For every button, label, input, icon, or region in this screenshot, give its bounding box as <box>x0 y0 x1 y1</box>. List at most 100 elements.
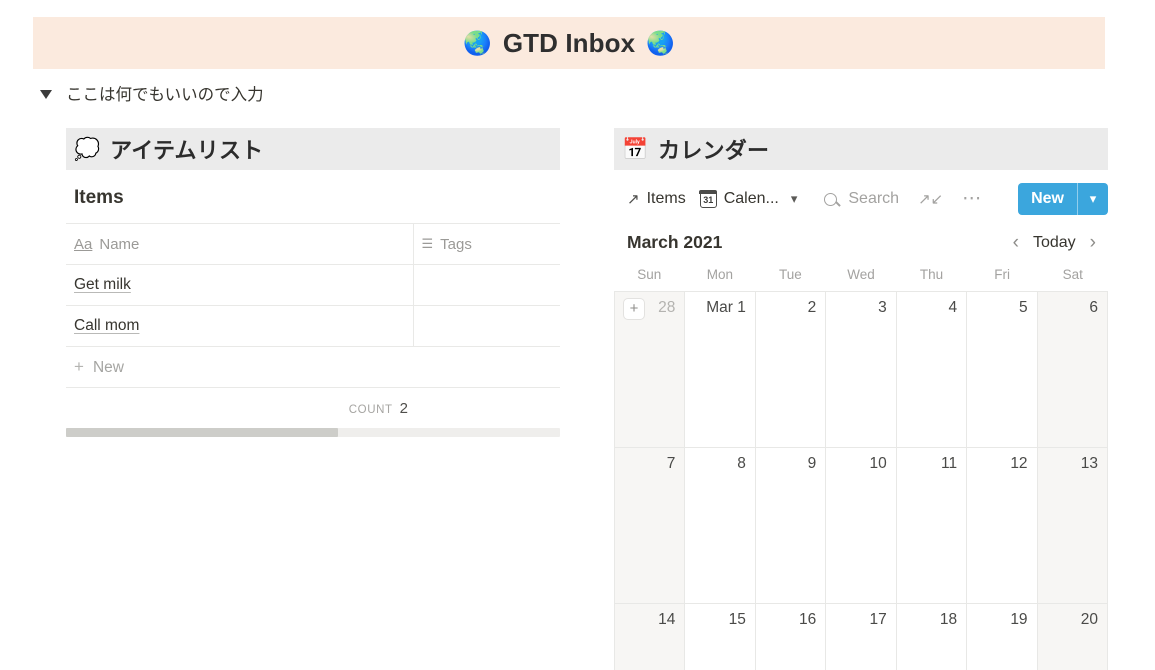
chevron-left-icon[interactable]: ‹ <box>1013 233 1019 252</box>
calendar-day-number: 14 <box>658 611 676 628</box>
calendar-day-cell[interactable]: 12 <box>967 448 1038 604</box>
calendar-day-cell[interactable]: 5 <box>967 292 1038 448</box>
row-title-link[interactable]: Call mom <box>74 317 139 334</box>
calendar-day-number: 9 <box>807 455 817 472</box>
row-name-cell[interactable]: Call mom <box>66 305 414 347</box>
new-button[interactable]: New ▾ <box>1018 183 1108 215</box>
calendar-day-number: 10 <box>869 455 887 472</box>
row-name-cell[interactable]: Get milk <box>66 264 414 306</box>
calendar-day-cell[interactable]: 20 <box>1037 604 1108 670</box>
calendar-day-number: 20 <box>1080 611 1098 628</box>
table-footer-count[interactable]: COUNT 2 <box>66 388 560 417</box>
new-button-chevron-down-icon[interactable]: ▾ <box>1078 183 1108 215</box>
view-name-label: Calen... <box>723 190 779 207</box>
text-property-icon: Aa <box>74 235 93 253</box>
calendar-day-number: 13 <box>1080 455 1098 472</box>
calendar-toolbar: ↗ Items 31 Calen... ▾ Search ↗↙ ⋯ New ▾ <box>614 170 1108 226</box>
horizontal-scrollbar[interactable] <box>66 428 560 437</box>
day-header: Sun <box>637 267 662 282</box>
globe-icon-right: 🌏 <box>646 29 675 56</box>
column-header-name-label: Name <box>99 235 140 253</box>
calendar-day-cell[interactable]: 9 <box>755 448 827 604</box>
item-list-section-title: アイテムリスト <box>110 138 264 163</box>
today-button[interactable]: Today <box>1033 234 1076 252</box>
calendar-view-icon: 31 <box>699 189 718 208</box>
chevron-right-icon[interactable]: › <box>1090 233 1096 252</box>
table-header-row: Aa Name ☰ Tags <box>66 223 560 265</box>
toggle-block[interactable]: ここは何でもいいので入力 <box>40 81 264 105</box>
calendar-day-cell[interactable]: 15 <box>685 604 756 670</box>
table-row[interactable]: Call mom <box>66 305 560 347</box>
calendar-section-title: カレンダー <box>658 138 770 163</box>
calendar-day-cell[interactable]: 14 <box>615 604 686 670</box>
page-banner: 🌏 GTD Inbox 🌏 <box>33 17 1105 69</box>
calendar-day-cell[interactable]: 17 <box>826 604 897 670</box>
calendar-day-cell[interactable]: 18 <box>896 604 968 670</box>
column-header-name[interactable]: Aa Name <box>66 223 414 265</box>
database-title[interactable]: Items <box>66 170 560 223</box>
globe-icon-left: 🌏 <box>463 29 492 56</box>
right-column: 📅 カレンダー ↗ Items 31 Calen... ▾ Search ↗↙ … <box>614 128 1108 670</box>
row-tags-cell[interactable] <box>413 305 560 347</box>
day-header: Fri <box>994 267 1010 282</box>
row-tags-cell[interactable] <box>413 264 560 306</box>
plus-icon: + <box>74 357 84 376</box>
calendar-day-number: 11 <box>941 455 958 472</box>
calendar-day-cell[interactable]: 2 <box>755 292 827 448</box>
calendar-day-headers: Sun Mon Tue Wed Thu Fri Sat <box>614 267 1108 291</box>
source-database-label: Items <box>646 190 686 207</box>
calendar-day-cell[interactable]: 13 <box>1037 448 1108 604</box>
calendar-day-cell[interactable]: +28 <box>615 292 686 448</box>
calendar-day-number: 4 <box>948 299 958 316</box>
calendar-day-cell[interactable]: Mar 1 <box>685 292 756 448</box>
table-row[interactable]: Get milk <box>66 264 560 306</box>
calendar-day-cell[interactable]: 4 <box>896 292 968 448</box>
page-title-text: GTD Inbox <box>502 27 636 58</box>
calendar-day-number: Mar 1 <box>706 299 746 316</box>
add-event-button[interactable]: + <box>623 298 645 320</box>
new-row-cell[interactable]: + New <box>66 346 560 388</box>
calendar-day-cell[interactable]: 7 <box>615 448 686 604</box>
day-header: Wed <box>847 267 875 282</box>
view-selector[interactable]: 31 Calen... ▾ <box>699 189 797 208</box>
count-value: 2 <box>399 400 408 417</box>
count-label: COUNT <box>348 404 393 416</box>
scrollbar-thumb[interactable] <box>66 428 338 437</box>
page-root: 🌏 GTD Inbox 🌏 ここは何でもいいので入力 💭 アイテムリスト Ite… <box>0 0 1155 670</box>
page-title: 🌏 GTD Inbox 🌏 <box>463 28 675 59</box>
calendar-day-cell[interactable]: 10 <box>826 448 897 604</box>
calendar-grid: +28 Mar 1 2 3 4 5 6 7 8 9 10 11 12 13 14 15 16 17 18 19 20 <box>614 291 1108 670</box>
month-navigation: ‹ Today › <box>1013 233 1096 252</box>
caret-down-icon[interactable] <box>40 90 52 99</box>
source-database-link[interactable]: ↗ Items <box>627 190 686 208</box>
calendar-day-cell[interactable]: 16 <box>755 604 827 670</box>
calendar-day-cell[interactable]: 6 <box>1037 292 1108 448</box>
calendar-day-number: 3 <box>878 299 887 316</box>
calendar-day-cell[interactable]: 19 <box>967 604 1038 670</box>
calendar-day-number: 17 <box>869 611 887 628</box>
calendar-day-cell[interactable]: 11 <box>896 448 968 604</box>
day-header: Thu <box>919 267 944 282</box>
calendar-day-number: 16 <box>799 611 817 628</box>
calendar-day-number: 2 <box>807 299 817 316</box>
calendar-day-number: 18 <box>939 611 958 628</box>
thought-balloon-icon: 💭 <box>74 137 101 161</box>
calendar-day-number: 28 <box>658 299 676 316</box>
expand-icon[interactable]: ↗↙ <box>918 190 943 208</box>
calendar-day-cell[interactable]: 8 <box>685 448 756 604</box>
day-header: Mon <box>706 267 733 282</box>
row-title-link[interactable]: Get milk <box>74 276 131 293</box>
calendar-month-bar: March 2021 ‹ Today › <box>614 226 1108 267</box>
calendar-day-number: 6 <box>1089 299 1098 316</box>
calendar-section-header: 📅 カレンダー <box>614 128 1108 170</box>
calendar-day-cell[interactable]: 3 <box>826 292 897 448</box>
search-icon <box>824 192 838 206</box>
more-horizontal-icon[interactable]: ⋯ <box>962 189 982 208</box>
calendar-day-number: 15 <box>728 611 746 628</box>
search-label: Search <box>848 190 900 207</box>
search-button[interactable]: Search <box>824 190 899 208</box>
new-row-button[interactable]: + New <box>66 346 560 388</box>
column-header-tags[interactable]: ☰ Tags <box>413 223 560 265</box>
calendar-day-number: 5 <box>1018 299 1028 316</box>
calendar-day-number: 19 <box>1010 611 1028 628</box>
